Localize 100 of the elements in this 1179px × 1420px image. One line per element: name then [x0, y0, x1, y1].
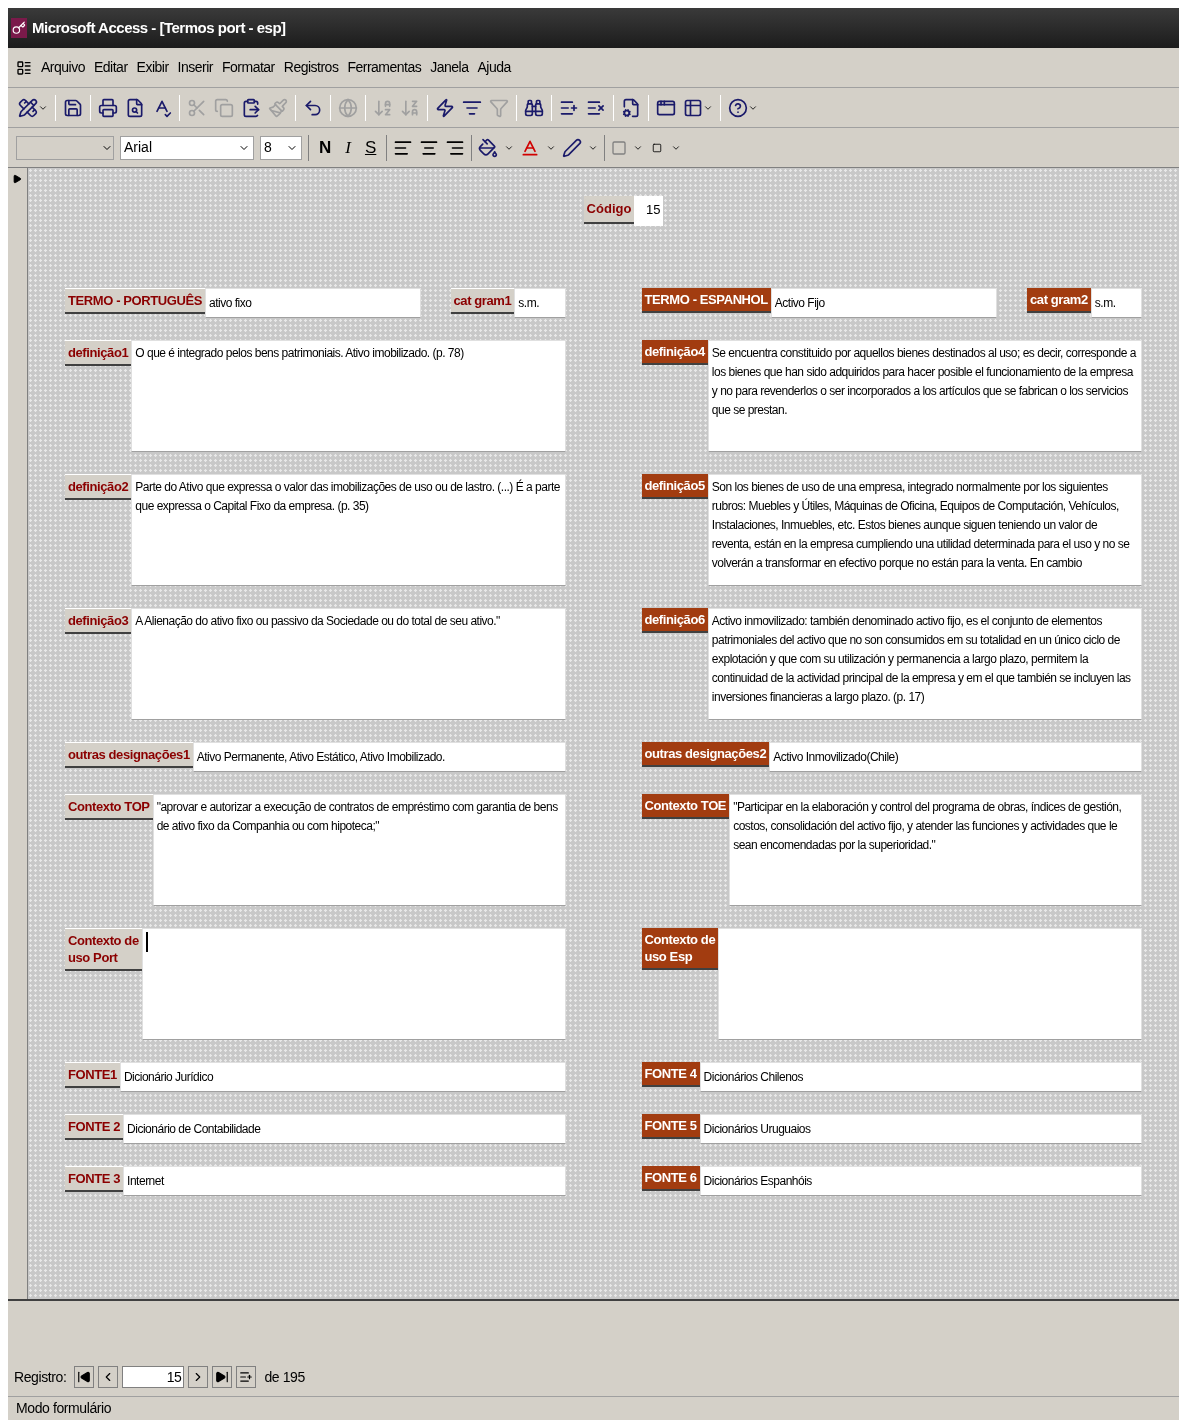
field-value: Se encuentra constituido por aquellos bienes destinados al uso; es decir, corresponde a los bienes que han sido adquiridos para hacer posible el funcionamiento de la empresa y no para revenderlos o ser incorporados a los artículos que se fabrican o los servicios que se prestan.: [711, 346, 1136, 417]
menu-item[interactable]: Registros: [283, 57, 339, 78]
text-field[interactable]: Activo Fijo: [770, 288, 997, 318]
memo-field[interactable]: "aprovar e autorizar a execução de contratos de empréstimo com garantia de bens de ativo fixo da Companhia ou com hipoteca;": [152, 794, 566, 906]
previous-record-button[interactable]: [98, 1366, 119, 1388]
memo-field[interactable]: [141, 928, 566, 1040]
paste-icon: [241, 97, 261, 118]
last-record-button[interactable]: [212, 1366, 233, 1388]
code-field[interactable]: 15: [634, 196, 664, 226]
size-combo[interactable]: 8: [260, 135, 302, 160]
filter-icon: [489, 97, 509, 118]
field-label: definição2: [65, 474, 132, 500]
field-label: FONTE 2: [65, 1114, 124, 1140]
field-label: outras designações1: [65, 742, 193, 768]
field-value: Activo Inmovilizado(Chile): [773, 750, 899, 764]
field-value: Dicionários Uruguaios: [703, 1122, 811, 1136]
cut-icon: [187, 97, 207, 118]
field-value: Dicionários Chilenos: [703, 1070, 803, 1084]
field-label: FONTE 6: [641, 1166, 700, 1191]
field-value: Dicionário Jurídico: [123, 1070, 214, 1084]
new-object-icon: [683, 97, 703, 118]
menu-item[interactable]: Inserir: [177, 57, 213, 78]
text-field[interactable]: s.m.: [1090, 288, 1142, 318]
line-color-icon: [562, 137, 583, 158]
menu-item[interactable]: Ajuda: [477, 57, 511, 78]
memo-field[interactable]: [707, 474, 1142, 586]
text-field[interactable]: Ativo Permanente, Ativo Estático, Ativo Imobilizado.: [192, 742, 566, 772]
save-icon: [63, 97, 83, 118]
memo-field[interactable]: [729, 794, 1142, 906]
text-field[interactable]: s.m.: [514, 288, 566, 318]
form-icon: [16, 59, 32, 76]
field-label: TERMO - ESPANHOL: [641, 288, 771, 313]
field-value: Internet: [127, 1174, 164, 1188]
globe-icon: [338, 97, 358, 118]
bold-button[interactable]: N: [315, 134, 336, 161]
field-label: definição5: [641, 474, 708, 499]
text-field[interactable]: ativo fixo: [205, 288, 421, 318]
field-label: TERMO - PORTUGUÊS: [65, 288, 206, 314]
menu-item[interactable]: Exibir: [136, 57, 169, 78]
field-value: s.m.: [518, 296, 539, 310]
undo-icon: [303, 97, 323, 118]
field-label: FONTE 3: [65, 1166, 124, 1192]
new-record-button[interactable]: [236, 1366, 257, 1388]
text-cursor: [145, 932, 148, 952]
field-value: Activo inmovilizado: también denominado activo fijo, es el conjunto de elementos patrimoniales del activo que no son consumidos em su totalidad en un único ciclo de explotación y que com su utilización y permanencia a largo plazo, permitem la continuidad de la actividad principal de la empresa y em el que también se incluyen las inversiones financieras a largo plazo. (p. 17): [711, 614, 1131, 704]
first-record-button[interactable]: [74, 1366, 95, 1388]
menu-item[interactable]: Ferramentas: [347, 57, 422, 78]
field-value: s.m.: [1094, 296, 1116, 310]
field-label: Código: [583, 196, 635, 224]
memo-field[interactable]: Parte do Ativo que expressa o valor das imobilizações de uso ou de lastro. (...) É a parte que expressa o Capital Fixo da empresa. (p. 35): [131, 474, 566, 586]
field-value: Parte do Ativo que expressa o valor das imobilizações de uso ou de lastro. (...) É a parte que expressa o Capital Fixo da empresa. (p. 35): [135, 480, 560, 513]
field-value: "aprovar e autorizar a execução de contratos de empréstimo com garantia de bens de ativo fixo da Companhia ou com hipoteca;": [156, 800, 558, 833]
text-field[interactable]: Dicionários Uruguaios: [699, 1114, 1142, 1144]
underline-button[interactable]: S: [360, 134, 381, 161]
field-label: Contexto de uso Esp: [641, 928, 719, 970]
memo-field[interactable]: [707, 340, 1142, 452]
field-label: cat gram1: [450, 288, 515, 314]
text-field[interactable]: Internet: [123, 1166, 566, 1196]
memo-field[interactable]: O que é integrado pelos bens patrimoniais. Ativo imobilizado. (p. 78): [131, 340, 566, 452]
next-record-button[interactable]: [188, 1366, 209, 1388]
record-number-field[interactable]: 15: [122, 1366, 185, 1388]
field-label: FONTE1: [65, 1062, 120, 1088]
print-icon: [98, 97, 118, 118]
memo-field[interactable]: [707, 608, 1142, 720]
text-field[interactable]: Dicionário de Contabilidade: [123, 1114, 566, 1144]
menu-item[interactable]: Janela: [430, 57, 469, 78]
window-title: Microsoft Access - [Termos port - esp]: [32, 17, 286, 38]
print-preview-icon: [125, 97, 145, 118]
menu-item[interactable]: Formatar: [221, 57, 275, 78]
find-icon: [524, 97, 544, 118]
text-field[interactable]: Dicionários Espanhóis: [699, 1166, 1142, 1196]
font-combo[interactable]: Arial: [120, 135, 254, 160]
field-value: A Alienação do ativo fixo ou passivo da Sociedade ou do total de seu ativo.": [135, 614, 500, 628]
field-label: outras designações2: [641, 742, 770, 767]
format-painter-icon: [268, 97, 288, 118]
memo-field[interactable]: [718, 928, 1142, 1040]
copy-icon: [214, 97, 234, 118]
record-count: de 195: [264, 1367, 305, 1387]
field-value: Dicionário de Contabilidade: [127, 1122, 261, 1136]
record-selector-icon: [12, 172, 22, 186]
text-field[interactable]: Activo Inmovilizado(Chile): [769, 742, 1142, 772]
field-label: definição3: [65, 608, 132, 634]
field-label: Contexto de uso Port: [65, 928, 142, 971]
field-label: cat gram2: [1027, 288, 1091, 313]
field-value: "Participar en la elaboración y control del programa de obras, índices de gestión, costos, consolidación del activo fijo, y atender las funciones y actividades que le sean encomendadas por la superioridad.": [733, 800, 1122, 852]
field-label: FONTE 4: [641, 1062, 700, 1087]
field-label: definição4: [641, 340, 708, 365]
fill-color-icon: [478, 137, 499, 158]
field-label: Contexto TOE: [641, 794, 730, 819]
memo-field[interactable]: A Alienação do ativo fixo ou passivo da Sociedade ou do total de seu ativo.": [131, 608, 566, 720]
menu-item[interactable]: Editar: [93, 57, 128, 78]
menu-item[interactable]: Arquivo: [41, 57, 85, 78]
field-value: ativo fixo: [209, 296, 252, 310]
field-value: Son los bienes de uso de una empresa, integrado normalmente por los siguientes rubros: Muebles y Útiles, Máquinas de Oficina, Equipos de Computación, Vehículos, Instalaciones, Inmuebles, etc. Estos bienes aunque siguen teniendo un valor de reventa, están en la empresa cumpliendo una utilidad determinada para el uso y no se volverán a transformar en efectivo porque no están para la venta. En cambio: [711, 480, 1130, 570]
first-icon: [77, 1370, 92, 1384]
italic-button[interactable]: I: [341, 134, 355, 161]
field-label: definição1: [65, 340, 132, 366]
border-icon: [611, 139, 628, 156]
text-field[interactable]: Dicionários Chilenos: [699, 1062, 1142, 1092]
text-field[interactable]: Dicionário Jurídico: [119, 1062, 566, 1092]
